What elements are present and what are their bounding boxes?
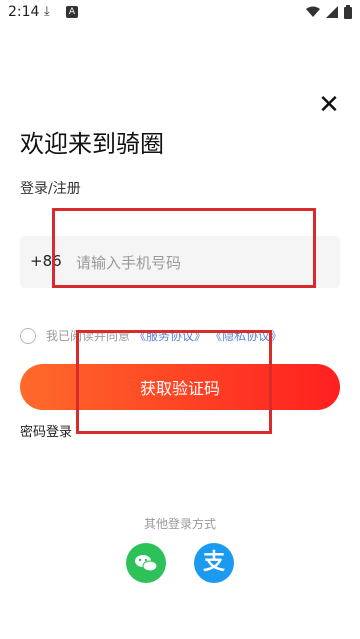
login-register-label: 登录/注册 [20, 181, 81, 197]
wifi-icon [306, 6, 320, 17]
other-login-label: 其他登录方式 [143, 517, 216, 531]
status-time: 2:14 [8, 4, 40, 20]
password-login-link[interactable]: 密码登录 [20, 421, 72, 440]
alipay-icon: 支 [202, 550, 225, 575]
close-icon[interactable]: ✕ [316, 92, 342, 118]
alipay-login-button[interactable]: 支 [194, 543, 234, 583]
wechat-icon [135, 555, 158, 572]
wechat-login-button[interactable] [126, 543, 166, 583]
page-title: 欢迎来到骑圈 [20, 130, 164, 158]
a-badge-icon: A [66, 6, 78, 18]
battery-icon [344, 5, 352, 19]
signal-icon [326, 6, 338, 18]
annotation-box [52, 208, 316, 288]
status-bar: 2:14 ⤓ A [0, 0, 360, 26]
agree-radio[interactable] [20, 327, 36, 344]
annotation-box [76, 330, 272, 434]
download-icon: ⤓ [44, 4, 50, 19]
status-icons [306, 5, 352, 19]
